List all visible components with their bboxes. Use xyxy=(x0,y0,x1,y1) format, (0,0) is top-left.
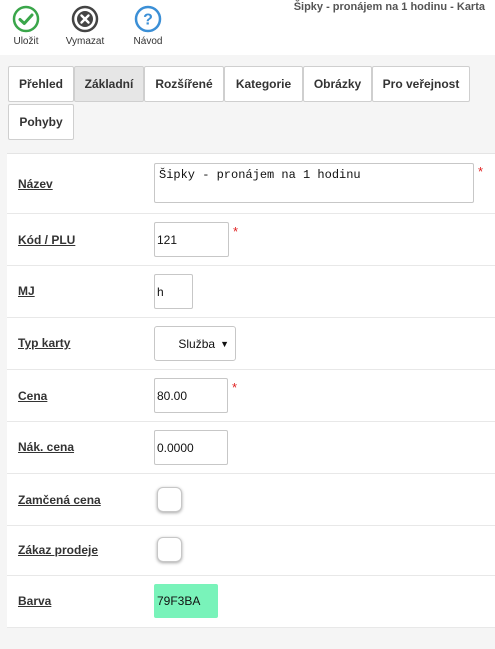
code-label: Kód / PLU xyxy=(18,233,76,247)
toolbar: Uložit Vymazat ? Návod Šipky - pronájem … xyxy=(0,0,495,55)
help-label: Návod xyxy=(133,36,163,47)
name-label: Název xyxy=(18,177,53,191)
save-label: Uložit xyxy=(13,36,39,47)
row-price: Cena 80.00 * xyxy=(7,370,495,422)
row-code: Kód / PLU 121 * xyxy=(7,214,495,266)
save-button[interactable]: Uložit xyxy=(1,5,51,53)
row-unit: MJ h xyxy=(7,266,495,318)
price-label: Cena xyxy=(18,389,48,403)
sale-ban-label: Zákaz prodeje xyxy=(18,543,99,557)
tab-public[interactable]: Pro veřejnost xyxy=(372,66,470,102)
check-circle-icon xyxy=(12,5,40,33)
code-field[interactable]: 121 xyxy=(154,222,229,257)
locked-price-label: Zamčená cena xyxy=(18,493,101,507)
tab-categories[interactable]: Kategorie xyxy=(224,66,303,102)
color-field[interactable]: 79F3BA xyxy=(154,584,218,618)
page-title: Šipky - pronájem na 1 hodinu - Karta xyxy=(293,1,485,13)
name-field[interactable]: Šipky - pronájem na 1 hodinu xyxy=(154,163,474,203)
row-color: Barva 79F3BA xyxy=(7,576,495,628)
help-button[interactable]: ? Návod xyxy=(123,5,173,53)
row-card-type: Typ karty Služba ▼ xyxy=(7,318,495,370)
locked-price-checkbox[interactable] xyxy=(157,487,182,512)
unit-label: MJ xyxy=(18,284,35,298)
purchase-price-label: Nák. cena xyxy=(18,440,75,454)
price-field[interactable]: 80.00 xyxy=(154,378,228,413)
row-locked-price: Zamčená cena xyxy=(7,474,495,526)
unit-field[interactable]: h xyxy=(154,274,193,309)
tab-images[interactable]: Obrázky xyxy=(303,66,372,102)
color-label: Barva xyxy=(18,594,52,608)
required-mark: * xyxy=(478,164,484,179)
card-type-value: Služba xyxy=(178,336,216,351)
delete-button[interactable]: Vymazat xyxy=(60,5,110,53)
x-circle-icon xyxy=(71,5,99,33)
card-content: Přehled Základní Rozšířené Kategorie Obr… xyxy=(0,55,495,649)
caret-down-icon: ▼ xyxy=(220,338,229,349)
row-sale-ban: Zákaz prodeje xyxy=(7,526,495,576)
delete-label: Vymazat xyxy=(65,36,105,47)
card-type-select[interactable]: Služba ▼ xyxy=(154,326,236,361)
row-name: Název Šipky - pronájem na 1 hodinu * xyxy=(7,154,495,214)
tab-extended[interactable]: Rozšířené xyxy=(144,66,224,102)
question-circle-icon: ? xyxy=(134,5,162,33)
purchase-price-field[interactable]: 0.0000 xyxy=(154,430,228,465)
svg-text:?: ? xyxy=(143,12,153,29)
tab-overview[interactable]: Přehled xyxy=(8,66,74,102)
row-purchase-price: Nák. cena 0.0000 xyxy=(7,422,495,474)
required-mark: * xyxy=(233,224,239,239)
tab-movements[interactable]: Pohyby xyxy=(8,104,74,140)
sale-ban-checkbox[interactable] xyxy=(157,537,182,562)
card-type-label: Typ karty xyxy=(18,336,71,350)
tab-basic[interactable]: Základní xyxy=(74,66,144,102)
card-form: Název Šipky - pronájem na 1 hodinu * Kód… xyxy=(7,153,495,628)
required-mark: * xyxy=(232,380,238,395)
